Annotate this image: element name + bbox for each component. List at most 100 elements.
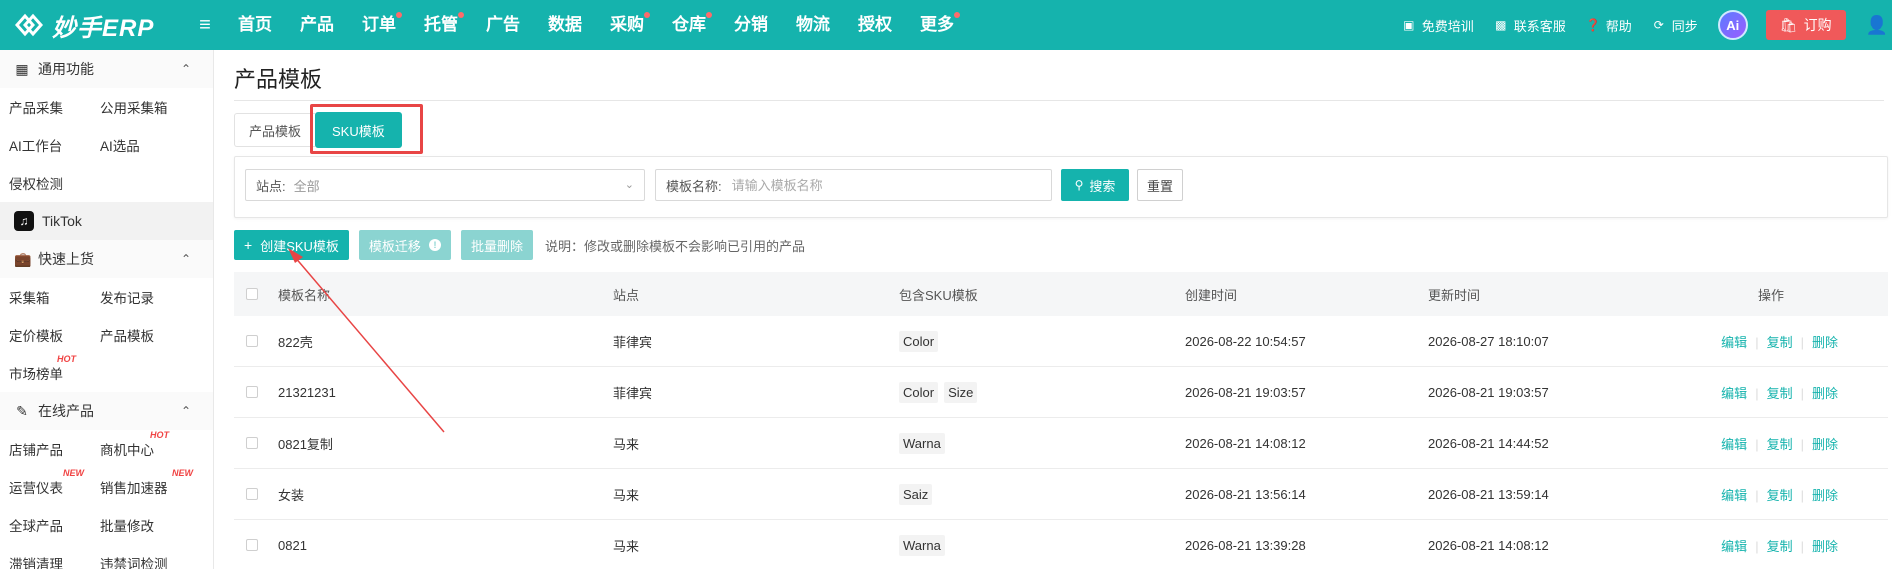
- edit-link[interactable]: 编辑: [1721, 539, 1747, 554]
- sidebar-item-public-collect-box[interactable]: 公用采集箱: [100, 97, 200, 117]
- ai-assistant-button[interactable]: Ai: [1717, 10, 1748, 40]
- sidebar-item-publish-records[interactable]: 发布记录: [100, 287, 200, 307]
- create-sku-template-button[interactable]: + 创建SKU模板: [234, 230, 349, 260]
- sku-chip: Warna: [899, 534, 945, 556]
- cell-created: 2026-08-21 13:39:28: [1185, 537, 1306, 553]
- nav-item-0[interactable]: 首页: [224, 0, 286, 50]
- nav-item-11[interactable]: 更多: [906, 0, 968, 50]
- sidebar-item-infringement-check[interactable]: 侵权检测: [0, 173, 100, 193]
- nav-item-10[interactable]: 授权: [844, 0, 906, 50]
- template-migrate-button[interactable]: 模板迁移 !: [358, 230, 451, 260]
- row-checkbox[interactable]: [246, 437, 258, 449]
- row-checkbox[interactable]: [246, 539, 258, 551]
- chevron-up-icon: ⌃: [180, 62, 191, 76]
- cell-site: 马来: [613, 436, 640, 452]
- copy-link[interactable]: 复制: [1767, 437, 1793, 452]
- search-button[interactable]: ⚲ 搜索: [1061, 169, 1129, 201]
- row-checkbox[interactable]: [246, 386, 258, 398]
- sidebar-item-slow-moving-cleanup[interactable]: 滞销清理: [0, 553, 100, 569]
- tab-sku-template[interactable]: SKU模板: [315, 112, 402, 148]
- nav-item-5[interactable]: 数据: [534, 0, 596, 50]
- app-logo[interactable]: 妙手ERP: [0, 8, 190, 43]
- cell-ops: 编辑 | 复制 | 删除: [1721, 385, 1838, 401]
- copy-link[interactable]: 复制: [1767, 539, 1793, 554]
- nav-item-3[interactable]: 托管: [410, 0, 472, 50]
- help-link[interactable]: ❓ 帮助: [1586, 16, 1632, 35]
- edit-link[interactable]: 编辑: [1721, 488, 1747, 503]
- delete-link[interactable]: 删除: [1812, 488, 1838, 503]
- cell-sku: Warna: [899, 432, 1185, 454]
- sku-chip: Size: [944, 381, 978, 403]
- nav-item-7[interactable]: 仓库: [658, 0, 720, 50]
- header-created: 创建时间: [1185, 287, 1238, 303]
- delete-link[interactable]: 删除: [1812, 335, 1838, 350]
- template-name-input[interactable]: [731, 177, 1032, 193]
- chevron-up-icon: ⌃: [180, 252, 191, 266]
- cell-sku: Color: [899, 330, 1185, 352]
- cell-name: 0821: [278, 537, 307, 553]
- info-icon: !: [428, 239, 441, 251]
- sidebar-item-product-template[interactable]: 产品模板: [100, 325, 200, 345]
- copy-link[interactable]: 复制: [1767, 335, 1793, 350]
- cell-name: 0821复制: [278, 436, 333, 452]
- sidebar-group-online-products[interactable]: ✎ 在线产品 ⌃: [0, 392, 213, 430]
- sync-link[interactable]: ⟳ 同步: [1652, 16, 1698, 35]
- nav-item-8[interactable]: 分销: [720, 0, 782, 50]
- sidebar-item-ops-dashboard[interactable]: 运营仪表 NEW: [0, 468, 100, 497]
- nav-item-6[interactable]: 采购: [596, 0, 658, 50]
- sidebar-item-global-products[interactable]: 全球产品: [0, 515, 100, 535]
- cell-sku: Color Size: [899, 381, 1185, 403]
- nav-item-2[interactable]: 订单: [348, 0, 410, 50]
- nav-item-1[interactable]: 产品: [286, 0, 348, 50]
- search-icon: ⚲: [1074, 178, 1084, 192]
- cell-site: 菲律宾: [613, 385, 653, 401]
- tab-product-template[interactable]: 产品模板: [234, 113, 316, 147]
- sidebar-item-market-ranking[interactable]: 市场榜单 HOT: [0, 354, 100, 383]
- sidebar-item-sales-accelerator[interactable]: 销售加速器 NEW: [100, 468, 200, 497]
- training-icon: ▣: [1403, 18, 1415, 32]
- notification-dot: [396, 12, 402, 18]
- contact-support-link[interactable]: ▩ 联系客服: [1494, 16, 1566, 35]
- site-select[interactable]: 站点: 全部 ⌄: [245, 169, 645, 201]
- edit-link[interactable]: 编辑: [1721, 335, 1747, 350]
- delete-link[interactable]: 删除: [1812, 539, 1838, 554]
- delete-link[interactable]: 删除: [1812, 386, 1838, 401]
- select-all-checkbox[interactable]: [246, 288, 258, 300]
- order-button[interactable]: 🛍 订购: [1765, 10, 1846, 40]
- menu-toggle-icon[interactable]: ≡: [190, 14, 220, 37]
- user-icon[interactable]: 👤: [1866, 15, 1888, 36]
- sidebar-group-quick-listing[interactable]: 💼 快速上货 ⌃: [0, 240, 213, 278]
- edit-link[interactable]: 编辑: [1721, 437, 1747, 452]
- nav-item-9[interactable]: 物流: [782, 0, 844, 50]
- sidebar-item-batch-edit[interactable]: 批量修改: [100, 515, 200, 535]
- sidebar-item-collect-box[interactable]: 采集箱: [0, 287, 100, 307]
- sidebar-platform-tiktok[interactable]: ♫ TikTok: [0, 202, 213, 240]
- cell-name: 21321231: [278, 384, 336, 400]
- table-row: 0821复制 马来 Warna 2026-08-21 14:08:12 2026-08-…: [234, 418, 1888, 469]
- copy-link[interactable]: 复制: [1767, 386, 1793, 401]
- edit-icon: ✎: [16, 402, 28, 419]
- batch-delete-button[interactable]: 批量删除: [460, 230, 533, 260]
- sidebar-item-opportunity-center[interactable]: 商机中心 HOT: [100, 430, 200, 459]
- row-checkbox[interactable]: [246, 488, 258, 500]
- sidebar-group-general[interactable]: ▦ 通用功能 ⌃: [0, 50, 213, 88]
- cell-sku: Warna: [899, 534, 1185, 556]
- free-training-link[interactable]: ▣ 免费培训: [1402, 16, 1474, 35]
- sidebar-item-banned-word-check[interactable]: 违禁词检测: [100, 553, 200, 569]
- row-checkbox[interactable]: [246, 335, 258, 347]
- cell-created: 2026-08-21 14:08:12: [1185, 435, 1306, 451]
- plus-icon: +: [244, 237, 253, 253]
- edit-link[interactable]: 编辑: [1721, 386, 1747, 401]
- copy-link[interactable]: 复制: [1767, 488, 1793, 503]
- sidebar-item-pricing-template[interactable]: 定价模板: [0, 325, 100, 345]
- delete-link[interactable]: 删除: [1812, 437, 1838, 452]
- tiktok-icon: ♫: [14, 211, 34, 231]
- info-note: 说明：修改或删除模板不会影响已引用的产品: [544, 238, 805, 254]
- nav-item-4[interactable]: 广告: [472, 0, 534, 50]
- cell-created: 2026-08-21 19:03:57: [1185, 384, 1306, 400]
- sidebar-item-ai-workbench[interactable]: AI工作台: [0, 135, 100, 155]
- reset-button[interactable]: 重置: [1137, 169, 1183, 201]
- sidebar-item-product-collect[interactable]: 产品采集: [0, 97, 100, 117]
- sidebar-item-ai-selection[interactable]: AI选品: [100, 135, 200, 155]
- sidebar-item-store-products[interactable]: 店铺产品: [0, 439, 100, 459]
